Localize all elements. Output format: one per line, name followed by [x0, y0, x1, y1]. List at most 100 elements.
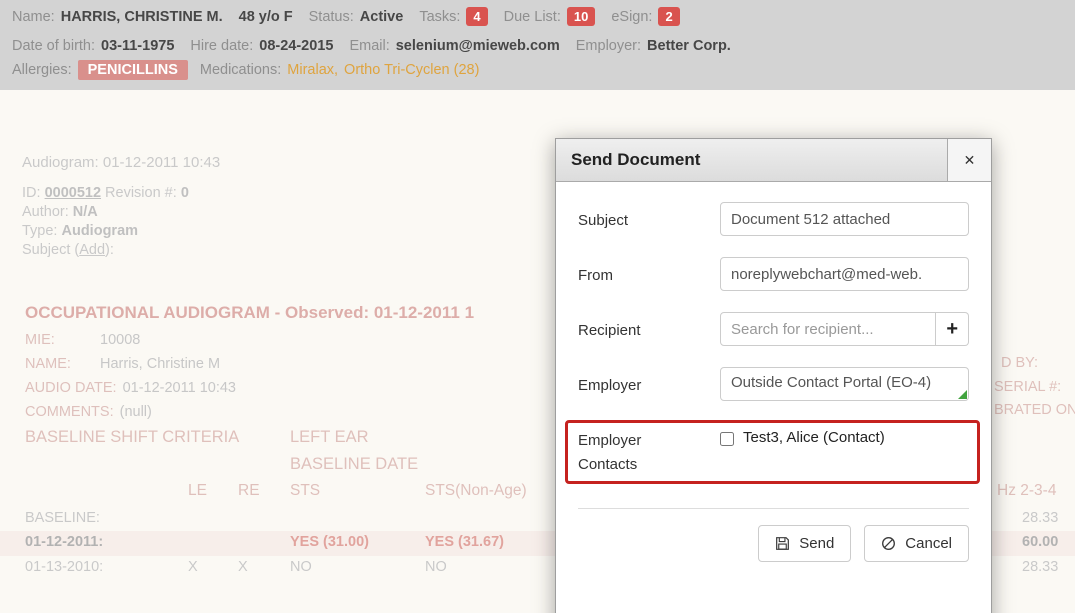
employer-label: Employer:: [576, 38, 641, 54]
cell-hz-value: 60.00: [1022, 534, 1058, 550]
employer-contacts-label: Employer Contacts: [578, 429, 668, 477]
author-value: N/A: [73, 204, 98, 220]
contact-checkbox[interactable]: [720, 432, 734, 446]
recipient-search-input[interactable]: [720, 312, 936, 346]
info-value: Harris, Christine M: [100, 356, 220, 372]
author-label: Author:: [22, 204, 73, 220]
allergies-label: Allergies:: [12, 62, 72, 78]
document-type-line: Type: Audiogram: [22, 222, 189, 241]
cell-sts: NO: [290, 559, 312, 575]
cell-sts-nonage: YES (31.67): [425, 534, 504, 550]
info-value: (null): [120, 404, 152, 420]
cell-sts-nonage: NO: [425, 559, 447, 575]
banner-row-2: Date of birth: 03-11-1975 Hire date: 08-…: [12, 38, 747, 54]
allergy-badge[interactable]: PENICILLINS: [78, 60, 188, 80]
hire-date-label: Hire date:: [190, 38, 253, 54]
type-value: Audiogram: [62, 223, 139, 239]
tasks-count-badge[interactable]: 4: [466, 7, 487, 26]
status-label: Status:: [309, 9, 354, 25]
cell-sts: YES (31.00): [290, 534, 369, 550]
medication-link-miralax[interactable]: Miralax,: [287, 62, 338, 78]
id-label: ID:: [22, 185, 45, 201]
audiogram-heading: OCCUPATIONAL AUDIOGRAM - Observed: 01-12…: [25, 303, 474, 323]
dialog-footer: Send Cancel: [578, 509, 969, 580]
employer-contacts-row: Employer Contacts Test3, Alice (Contact): [578, 422, 969, 484]
employer-field-label: Employer: [578, 367, 720, 401]
send-button[interactable]: Send: [758, 525, 851, 562]
clipped-text-fragment: BRATED ON: [994, 402, 1075, 418]
subject-input[interactable]: [720, 202, 969, 236]
document-meta: ID: 0000512 Revision #: 0 Author: N/A Ty…: [22, 184, 189, 260]
employer-value: Better Corp.: [647, 38, 731, 54]
info-row: NAME:Harris, Christine M: [25, 356, 236, 380]
document-subject-line: Subject (Add):: [22, 241, 189, 260]
dob-label: Date of birth:: [12, 38, 95, 54]
dob-value: 03-11-1975: [101, 38, 174, 54]
dialog-body: Subject From Recipient + Employer: [556, 182, 991, 580]
revision-label: Revision #:: [101, 185, 181, 201]
cell-le: X: [188, 559, 198, 575]
cancel-circle-slash-icon: [881, 536, 896, 551]
esign-count-badge[interactable]: 2: [658, 7, 679, 26]
baseline-shift-heading: BASELINE SHIFT CRITERIA: [25, 428, 239, 447]
esign-label: eSign:: [611, 9, 652, 25]
patient-banner: Name: HARRIS, CHRISTINE M. 48 y/o F Stat…: [0, 0, 1075, 90]
name-label: Name:: [12, 9, 55, 25]
dialog-title: Send Document: [556, 139, 947, 181]
column-header-le: LE: [188, 482, 207, 500]
employer-field-row: Employer Outside Contact Portal (EO-4): [578, 367, 969, 401]
type-label: Type:: [22, 223, 62, 239]
baseline-date-heading: BASELINE DATE: [290, 455, 418, 474]
info-value: 10008: [100, 332, 140, 348]
subject-field-label: Subject: [578, 202, 720, 236]
tasks-label: Tasks:: [419, 9, 460, 25]
info-label: COMMENTS:: [25, 404, 120, 420]
add-recipient-button[interactable]: +: [936, 312, 969, 346]
resize-corner-icon: [958, 390, 967, 399]
subject-add-link[interactable]: Add: [79, 242, 105, 258]
recipient-field-row: Recipient +: [578, 312, 969, 346]
cell-re: X: [238, 559, 248, 575]
info-label: MIE:: [25, 332, 100, 348]
banner-row-3: Allergies: PENICILLINS Medications: Mira…: [12, 60, 485, 80]
document-id-line: ID: 0000512 Revision #: 0: [22, 184, 189, 203]
medication-link-ortho[interactable]: Ortho Tri-Cyclen (28): [344, 62, 479, 78]
audiogram-info: MIE:10008 NAME:Harris, Christine M AUDIO…: [25, 332, 236, 428]
document-author-line: Author: N/A: [22, 203, 189, 222]
hire-date-value: 08-24-2015: [259, 38, 333, 54]
revision-value: 0: [181, 185, 189, 201]
cell-hz-value: 28.33: [1022, 510, 1058, 526]
due-list-label: Due List:: [504, 9, 561, 25]
contact-option[interactable]: Test3, Alice (Contact): [720, 422, 969, 446]
cell-hz-value: 28.33: [1022, 559, 1058, 575]
patient-age-sex: 48 y/o F: [239, 9, 293, 25]
due-list-count-badge[interactable]: 10: [567, 7, 595, 26]
column-header-hz: Hz 2-3-4: [997, 482, 1056, 500]
cancel-button[interactable]: Cancel: [864, 525, 969, 562]
document-id-link[interactable]: 0000512: [45, 185, 101, 201]
email-value: selenium@mieweb.com: [396, 38, 560, 54]
info-row: AUDIO DATE:01-12-2011 10:43: [25, 380, 236, 404]
column-header-sts: STS: [290, 482, 320, 500]
medications-label: Medications:: [200, 62, 281, 78]
left-ear-heading: LEFT EAR: [290, 428, 369, 447]
info-row: COMMENTS:(null): [25, 404, 236, 428]
row-label: 01-12-2011:: [25, 534, 103, 550]
employer-select-value: Outside Contact Portal (EO-4): [731, 374, 931, 391]
employer-select[interactable]: Outside Contact Portal (EO-4): [720, 367, 969, 401]
send-document-dialog: Send Document ✕ Subject From Recipient: [555, 138, 992, 613]
info-value: 01-12-2011 10:43: [123, 380, 236, 396]
close-icon[interactable]: ✕: [947, 139, 991, 181]
subject-field-row: Subject: [578, 202, 969, 236]
email-label: Email:: [349, 38, 389, 54]
banner-row-1: Name: HARRIS, CHRISTINE M. 48 y/o F Stat…: [12, 7, 696, 26]
status-value: Active: [360, 9, 404, 25]
clipped-text-fragment: D BY:: [1001, 355, 1038, 371]
info-label: AUDIO DATE:: [25, 380, 123, 396]
from-input[interactable]: [720, 257, 969, 291]
recipient-field-label: Recipient: [578, 312, 720, 346]
subject-label-close: ):: [105, 242, 114, 258]
column-header-sts-nonage: STS(Non-Age): [425, 482, 527, 500]
dialog-header: Send Document ✕: [556, 139, 991, 182]
send-button-label: Send: [799, 535, 834, 552]
